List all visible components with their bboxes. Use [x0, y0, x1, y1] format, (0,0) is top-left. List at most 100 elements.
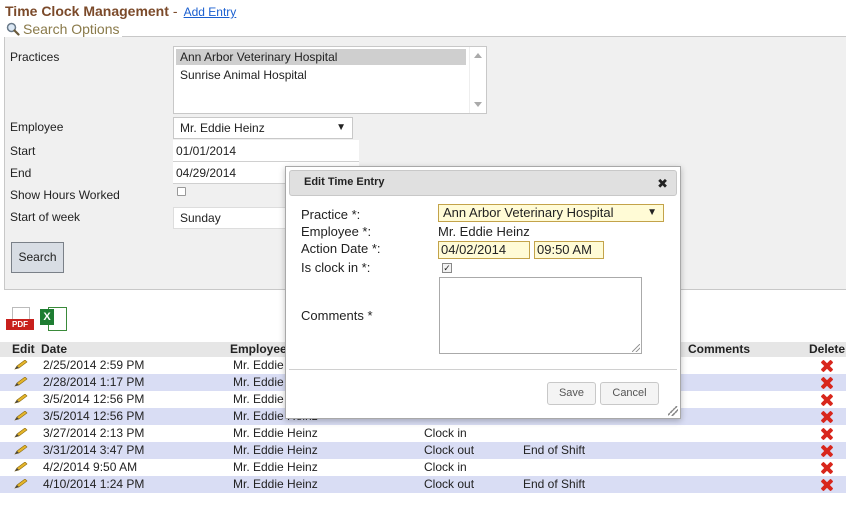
dialog-titlebar[interactable]: Edit Time Entry ✖ [289, 170, 677, 196]
row-date: 3/31/2014 3:47 PM [43, 443, 145, 457]
header-comments[interactable]: Comments [688, 342, 750, 357]
excel-icon-label: X [40, 309, 54, 325]
pencil-icon[interactable] [14, 428, 28, 438]
row-employee: Mr. Eddie Heinz [233, 460, 318, 474]
pencil-icon[interactable] [14, 462, 28, 472]
row-employee: Mr. Eddie [233, 358, 284, 372]
dialog-resize-grip-icon[interactable] [668, 406, 678, 416]
table-row: 4/2/2014 9:50 AM Mr. Eddie Heinz Clock i… [0, 459, 846, 476]
start-of-week-select[interactable]: Sunday [173, 207, 293, 229]
action-time-input[interactable]: 09:50 AM [534, 241, 604, 259]
row-employee: Mr. Eddie Heinz [233, 426, 318, 440]
row-date: 3/5/2014 12:56 PM [43, 392, 145, 406]
employee-value: Mr. Eddie Heinz [438, 224, 530, 239]
delete-icon[interactable] [820, 393, 834, 407]
row-comment: End of Shift [523, 443, 586, 457]
delete-icon[interactable] [820, 376, 834, 390]
resize-handle-icon[interactable] [632, 344, 640, 352]
pencil-icon[interactable] [14, 479, 28, 489]
dialog-title: Edit Time Entry [304, 176, 385, 188]
search-options-legend: Search Options [4, 21, 122, 37]
practice-option[interactable]: Sunrise Animal Hospital [176, 67, 466, 83]
table-row: 4/10/2014 1:24 PM Mr. Eddie Heinz Clock … [0, 476, 846, 493]
row-comment: End of Shift [523, 477, 586, 491]
delete-icon[interactable] [820, 461, 834, 475]
pencil-icon[interactable] [14, 360, 28, 370]
employee-label: Employee *: [301, 224, 372, 239]
table-row: 3/31/2014 3:47 PM Mr. Eddie Heinz Clock … [0, 442, 846, 459]
clock-in-checkbox[interactable]: ✓ [442, 263, 452, 273]
add-entry-link[interactable]: Add Entry [184, 5, 237, 19]
table-row: 3/27/2014 2:13 PM Mr. Eddie Heinz Clock … [0, 425, 846, 442]
practice-select[interactable]: Ann Arbor Veterinary Hospital ▼ [438, 204, 664, 222]
row-date: 3/5/2014 12:56 PM [43, 409, 145, 423]
chevron-down-icon: ▼ [336, 122, 346, 133]
header-edit: Edit [12, 342, 35, 356]
delete-icon[interactable] [820, 478, 834, 492]
comments-textarea[interactable] [439, 277, 642, 354]
row-employee: Mr. Eddie [233, 375, 284, 389]
scroll-up-icon[interactable] [474, 53, 482, 58]
employee-select[interactable]: Mr. Eddie Heinz ▼ [173, 117, 353, 139]
search-icon [6, 22, 20, 36]
start-date-input[interactable]: 01/01/2014 [173, 140, 359, 162]
page-header: Time Clock Management - Add Entry [5, 3, 236, 21]
edit-time-entry-dialog: Edit Time Entry ✖ Practice *: Ann Arbor … [285, 166, 681, 419]
header-delete: Delete [809, 342, 846, 356]
row-employee: Mr. Eddie [233, 392, 284, 406]
close-icon[interactable]: ✖ [657, 176, 668, 192]
pencil-icon[interactable] [14, 377, 28, 387]
row-action: Clock in [424, 460, 467, 474]
start-of-week-value: Sunday [180, 211, 221, 225]
row-date: 4/2/2014 9:50 AM [43, 460, 138, 474]
scroll-down-icon[interactable] [474, 102, 482, 107]
start-of-week-label: Start of week [10, 210, 81, 224]
row-action: Clock out [424, 443, 475, 457]
delete-icon[interactable] [820, 410, 834, 424]
start-label: Start [10, 144, 36, 158]
search-options-title: Search Options [23, 21, 120, 37]
practice-select-value: Ann Arbor Veterinary Hospital [443, 205, 614, 220]
title-separator: - [172, 3, 178, 19]
action-date-label: Action Date *: [301, 241, 381, 256]
pencil-icon[interactable] [14, 445, 28, 455]
show-hours-checkbox[interactable] [177, 187, 186, 196]
page-title: Time Clock Management [5, 3, 169, 19]
clock-in-label: Is clock in *: [301, 260, 371, 275]
practices-listbox[interactable]: Ann Arbor Veterinary Hospital Sunrise An… [173, 46, 487, 114]
practice-label: Practice *: [301, 207, 361, 222]
practices-scrollbar[interactable] [469, 47, 486, 113]
header-date[interactable]: Date [41, 342, 67, 357]
practices-label: Practices [10, 50, 60, 64]
row-date: 2/25/2014 2:59 PM [43, 358, 145, 372]
row-action: Clock in [424, 426, 467, 440]
row-employee: Mr. Eddie Heinz [233, 477, 318, 491]
cancel-button[interactable]: Cancel [600, 382, 659, 405]
delete-icon[interactable] [820, 444, 834, 458]
pencil-icon[interactable] [14, 411, 28, 421]
excel-export-icon[interactable]: X [40, 305, 67, 331]
search-button[interactable]: Search [11, 242, 64, 273]
end-label: End [10, 166, 32, 180]
dialog-divider [289, 369, 677, 370]
pdf-icon-label: PDF [6, 319, 34, 330]
delete-icon[interactable] [820, 427, 834, 441]
show-hours-label: Show Hours Worked [10, 188, 120, 202]
row-date: 3/27/2014 2:13 PM [43, 426, 145, 440]
comments-label: Comments * [301, 308, 373, 323]
delete-icon[interactable] [820, 359, 834, 373]
row-employee: Mr. Eddie Heinz [233, 443, 318, 457]
save-button[interactable]: Save [547, 382, 596, 405]
row-action: Clock out [424, 477, 475, 491]
pencil-icon[interactable] [14, 394, 28, 404]
chevron-down-icon: ▼ [647, 207, 657, 218]
action-date-input[interactable]: 04/02/2014 [438, 241, 530, 259]
employee-select-value: Mr. Eddie Heinz [180, 121, 265, 135]
pdf-export-icon[interactable]: PDF [6, 307, 34, 331]
employee-label: Employee [10, 120, 64, 134]
practice-option[interactable]: Ann Arbor Veterinary Hospital [176, 49, 466, 65]
export-toolbar: PDF X [6, 305, 67, 331]
row-date: 4/10/2014 1:24 PM [43, 477, 145, 491]
row-date: 2/28/2014 1:17 PM [43, 375, 145, 389]
header-employee[interactable]: Employee [230, 342, 287, 357]
